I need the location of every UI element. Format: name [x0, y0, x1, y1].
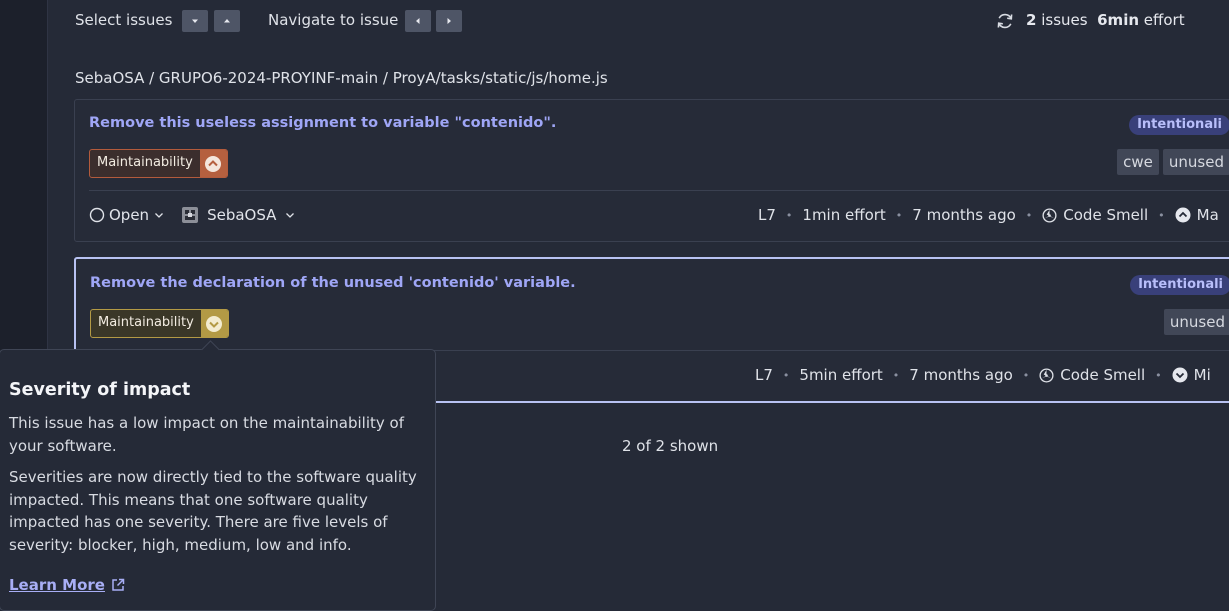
issue-type-label: Code Smell: [1060, 366, 1146, 384]
severity-label: Ma: [1196, 206, 1219, 224]
clean-code-attribute-badge: Intentionali: [1130, 275, 1229, 295]
separator-dot: •: [892, 368, 900, 382]
chevron-down-icon: [155, 213, 164, 218]
select-up-button[interactable]: [214, 10, 240, 32]
issue-tags[interactable]: unused: [1163, 309, 1229, 335]
select-issues-label: Select issues: [75, 11, 173, 29]
issue-card[interactable]: Remove this useless assignment to variab…: [74, 99, 1229, 242]
avatar: [182, 207, 199, 223]
status-dropdown[interactable]: Open: [89, 206, 165, 224]
popover-title: Severity of impact: [9, 380, 191, 400]
high-severity-icon: [199, 150, 227, 177]
separator-dot: •: [785, 208, 793, 222]
severity-label: Mi: [1193, 366, 1211, 384]
status-label: Open: [109, 206, 150, 224]
line-number: L7: [755, 366, 773, 384]
open-status-icon: [89, 207, 105, 223]
severity: Ma: [1175, 206, 1219, 224]
separator-dot: •: [782, 368, 790, 382]
software-quality-badge[interactable]: Maintainability: [90, 309, 229, 338]
learn-more-link[interactable]: Learn More: [9, 576, 126, 594]
effort: 1min effort: [802, 206, 886, 224]
assignee-dropdown[interactable]: SebaOSA: [181, 206, 296, 224]
issues-toolbar: Select issues Navigate to issue 2 issues…: [75, 7, 1229, 35]
select-down-button[interactable]: [182, 10, 208, 32]
file-breadcrumb: SebaOSA / GRUPO6-2024-PROYINF-main / Pro…: [75, 69, 608, 87]
caret-right-icon: [447, 18, 451, 24]
line-number: L7: [758, 206, 776, 224]
assignee-label: SebaOSA: [207, 206, 277, 224]
issues-label: issues: [1041, 11, 1088, 29]
issue-type: Code Smell: [1042, 206, 1148, 224]
navigate-to-issue-label: Navigate to issue: [268, 11, 399, 29]
learn-more-label: Learn More: [9, 576, 105, 594]
popover-details: Severities are now directly tied to the …: [9, 468, 417, 554]
issue-title-link[interactable]: Remove the declaration of the unused 'co…: [90, 275, 576, 291]
issue-tags[interactable]: cwe unused: [1117, 149, 1229, 175]
software-quality-label: Maintainability: [97, 155, 193, 170]
tag-unused: unused: [1163, 309, 1229, 335]
issue-divider: [89, 190, 1229, 191]
low-severity-icon: [200, 310, 228, 337]
separator-dot: •: [1155, 368, 1162, 382]
separator-dot: •: [1025, 208, 1033, 222]
clean-code-attribute-badge: Intentionali: [1129, 115, 1229, 135]
issues-summary: 2 issues 6min effort: [1026, 11, 1185, 29]
effort-value: 6min: [1097, 11, 1140, 29]
issue-title-link[interactable]: Remove this useless assignment to variab…: [89, 115, 556, 131]
refresh-icon: [997, 13, 1013, 29]
effort-label: effort: [1143, 11, 1185, 29]
refresh-button[interactable]: [994, 10, 1016, 32]
creation-date[interactable]: 7 months ago: [912, 206, 1015, 224]
issues-count: 2: [1026, 11, 1037, 29]
navigate-previous-button[interactable]: [405, 10, 431, 32]
severity: Mi: [1172, 366, 1211, 384]
separator-dot: •: [895, 208, 903, 222]
minor-severity-icon: [1172, 367, 1188, 383]
popover-description: This issue has a low impact on the maint…: [9, 414, 404, 455]
major-severity-icon: [1175, 207, 1191, 223]
external-link-icon: [112, 578, 125, 591]
code-smell-icon: [1039, 367, 1054, 383]
separator-dot: •: [1022, 368, 1030, 382]
creation-date[interactable]: 7 months ago: [909, 366, 1012, 384]
caret-up-icon: [224, 19, 230, 23]
tag-unused: unused: [1162, 149, 1229, 175]
navigate-next-button[interactable]: [436, 10, 462, 32]
software-quality-badge[interactable]: Maintainability: [89, 149, 228, 178]
severity-popover: Severity of impact This issue has a low …: [0, 340, 436, 611]
tag-cwe: cwe: [1117, 149, 1159, 175]
effort: 5min effort: [799, 366, 883, 384]
chevron-down-icon: [286, 213, 295, 218]
caret-down-icon: [192, 19, 198, 23]
caret-left-icon: [416, 18, 420, 24]
shown-count: 2 of 2 shown: [622, 437, 719, 455]
issue-type: Code Smell: [1039, 366, 1145, 384]
code-smell-icon: [1042, 207, 1057, 223]
issue-type-label: Code Smell: [1063, 206, 1149, 224]
software-quality-label: Maintainability: [98, 315, 194, 330]
separator-dot: •: [1158, 208, 1165, 222]
